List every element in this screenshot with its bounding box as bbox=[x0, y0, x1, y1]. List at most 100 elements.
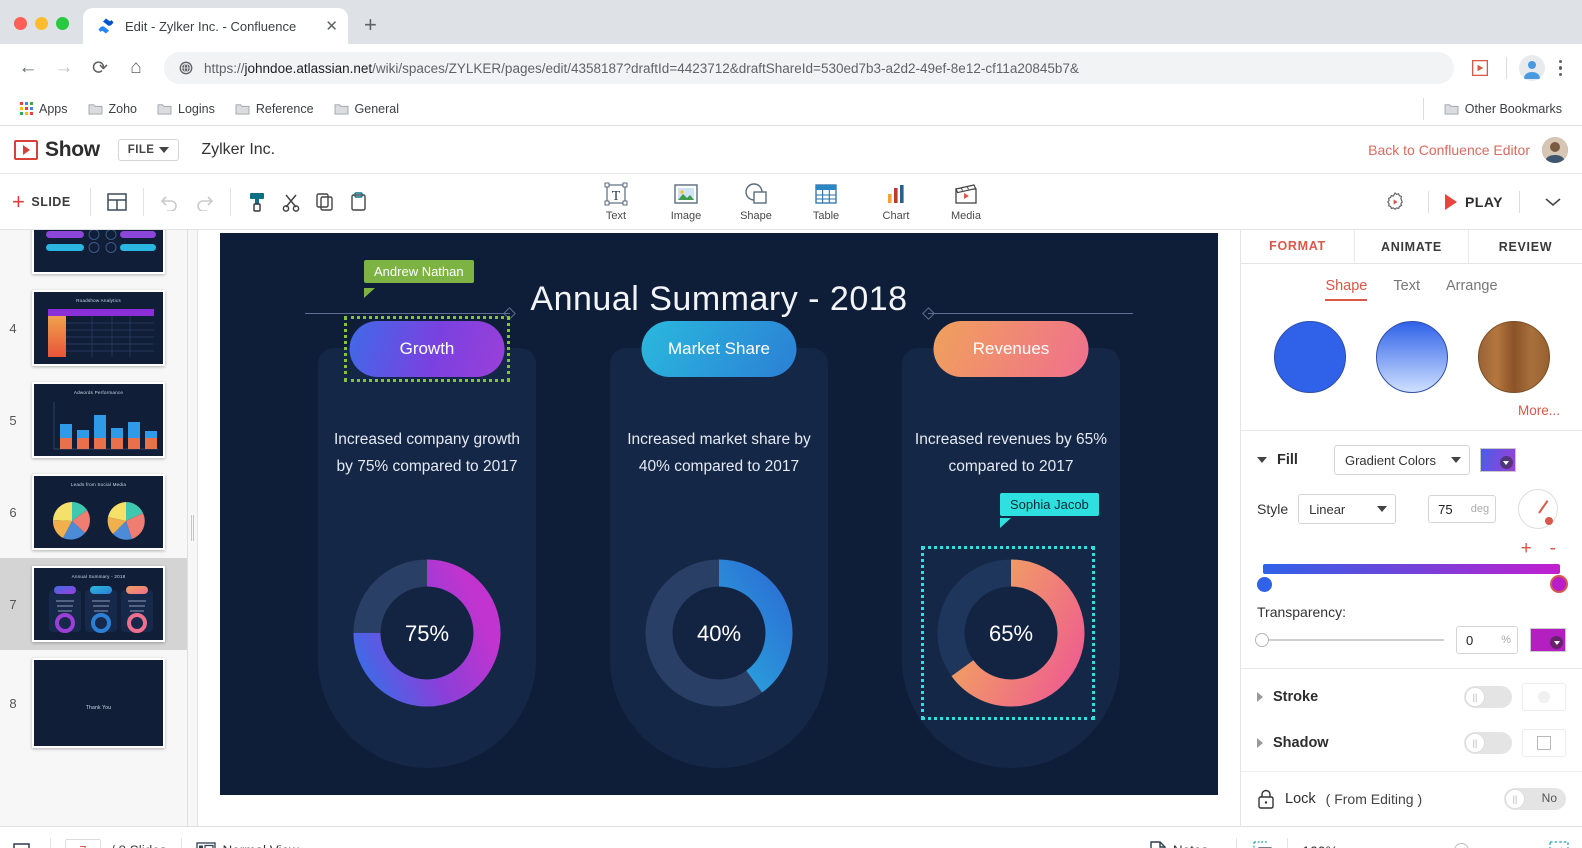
gradient-angle-dial[interactable] bbox=[1518, 489, 1559, 530]
show-extension-icon[interactable] bbox=[1466, 54, 1494, 82]
gradient-angle-input[interactable]: 75 deg bbox=[1428, 495, 1497, 524]
summary-card-revenues[interactable]: Revenues Increased revenues by 65% compa… bbox=[902, 321, 1120, 768]
gradient-preview-bar[interactable] bbox=[1263, 564, 1560, 575]
transparency-input[interactable]: 0 % bbox=[1456, 626, 1518, 655]
new-tab-button[interactable]: + bbox=[364, 14, 377, 36]
browser-menu-button[interactable] bbox=[1551, 59, 1571, 77]
swatch-gradient-blue[interactable] bbox=[1375, 321, 1448, 394]
document-title[interactable]: Zylker Inc. bbox=[201, 141, 275, 159]
summary-card-market-share[interactable]: Market Share Increased market share by 4… bbox=[610, 321, 828, 768]
undo-icon[interactable] bbox=[153, 185, 187, 219]
gradient-editor[interactable] bbox=[1241, 560, 1582, 600]
insert-shape-button[interactable]: Shape bbox=[733, 181, 779, 222]
stroke-color-box[interactable] bbox=[1522, 683, 1566, 712]
forward-icon[interactable]: → bbox=[48, 52, 80, 84]
play-options-chevron-down-icon[interactable] bbox=[1536, 185, 1570, 219]
back-icon[interactable]: ← bbox=[12, 52, 44, 84]
donut-chart-market-share[interactable]: 40% bbox=[639, 553, 799, 718]
card-pill-revenues[interactable]: Revenues bbox=[933, 321, 1089, 377]
sub-tab-shape[interactable]: Shape bbox=[1325, 278, 1368, 302]
maximize-window-button[interactable] bbox=[56, 17, 69, 30]
chevron-right-icon[interactable] bbox=[1257, 738, 1263, 749]
scissors-icon[interactable] bbox=[274, 185, 308, 219]
tab-animate[interactable]: ANIMATE bbox=[1355, 230, 1469, 264]
summary-card-growth[interactable]: Growth Increased company growth by 75% c… bbox=[318, 260, 536, 768]
stroke-toggle[interactable]: || bbox=[1464, 686, 1512, 709]
bookmark-general[interactable]: General bbox=[326, 99, 407, 119]
add-gradient-stop-button[interactable]: + bbox=[1521, 539, 1532, 558]
thumbnail-slide-4[interactable]: 4 Roadshow Analytics bbox=[0, 282, 187, 374]
reload-icon[interactable]: ⟳ bbox=[84, 52, 116, 84]
close-icon[interactable]: ✕ bbox=[325, 19, 338, 34]
thumbnail-slide-6[interactable]: 6 Leads from Social Media bbox=[0, 466, 187, 558]
thumbnail-slide-8[interactable]: 8 Thank You bbox=[0, 650, 187, 756]
transparency-color-chip[interactable] bbox=[1530, 628, 1566, 653]
donut-chart-revenues[interactable]: 65% bbox=[931, 553, 1091, 718]
paste-icon[interactable] bbox=[342, 185, 376, 219]
shadow-toggle[interactable]: || bbox=[1464, 732, 1512, 755]
bookmark-apps[interactable]: Apps bbox=[12, 99, 76, 119]
play-button[interactable]: PLAY bbox=[1444, 193, 1503, 210]
donut-chart-growth[interactable]: 75% bbox=[347, 553, 507, 718]
shadow-style-box[interactable] bbox=[1522, 729, 1566, 758]
address-bar[interactable]: https://johndoe.atlassian.net/wiki/space… bbox=[164, 52, 1454, 84]
insert-image-button[interactable]: Image bbox=[663, 181, 709, 222]
zoom-slider-knob[interactable] bbox=[1454, 843, 1469, 848]
slide-canvas-area[interactable]: Annual Summary - 2018 Growth Increased c… bbox=[198, 230, 1240, 826]
thumbnail-slide-5[interactable]: 5 Adwords Performance bbox=[0, 374, 187, 466]
gradient-style-select[interactable]: Linear bbox=[1298, 494, 1397, 525]
home-icon[interactable]: ⌂ bbox=[120, 52, 152, 84]
bookmark-reference[interactable]: Reference bbox=[227, 99, 322, 119]
insert-text-button[interactable]: T Text bbox=[593, 181, 639, 222]
copy-icon[interactable] bbox=[308, 185, 342, 219]
fullscreen-button[interactable] bbox=[1548, 840, 1570, 848]
comments-button[interactable] bbox=[12, 841, 36, 848]
card-description[interactable]: Increased market share by 40% compared t… bbox=[622, 426, 816, 480]
tab-review[interactable]: REVIEW bbox=[1469, 230, 1582, 264]
layout-icon[interactable] bbox=[100, 185, 134, 219]
gradient-stop-end[interactable] bbox=[1550, 575, 1568, 594]
other-bookmarks-button[interactable]: Other Bookmarks bbox=[1436, 99, 1570, 119]
chrome-profile-avatar[interactable] bbox=[1518, 55, 1545, 81]
transparency-slider[interactable] bbox=[1255, 633, 1444, 648]
back-to-confluence-link[interactable]: Back to Confluence Editor bbox=[1368, 142, 1530, 158]
redo-icon[interactable] bbox=[187, 185, 221, 219]
insert-chart-button[interactable]: Chart bbox=[873, 181, 919, 222]
fit-slide-button[interactable] bbox=[1251, 840, 1273, 848]
bookmark-zoho[interactable]: Zoho bbox=[80, 99, 146, 119]
swatch-solid-blue[interactable] bbox=[1273, 321, 1346, 394]
slide-thumbnail-panel[interactable]: Zylker Marketing Strategy bbox=[0, 230, 188, 826]
fill-type-select[interactable]: Gradient Colors bbox=[1333, 445, 1470, 476]
add-slide-button[interactable]: + SLIDE bbox=[12, 190, 81, 213]
tab-format[interactable]: FORMAT bbox=[1241, 230, 1355, 264]
dial-knob[interactable] bbox=[1545, 517, 1554, 526]
notes-button[interactable]: Notes bbox=[1149, 840, 1208, 848]
thumbnail-slide-3[interactable]: Zylker Marketing Strategy bbox=[0, 230, 187, 282]
panel-splitter[interactable] bbox=[188, 230, 198, 826]
gradient-stop-start[interactable] bbox=[1257, 577, 1272, 593]
fill-color-chip[interactable] bbox=[1479, 448, 1516, 473]
gear-icon[interactable] bbox=[1378, 185, 1412, 219]
lock-toggle[interactable]: || No bbox=[1504, 788, 1566, 811]
swatch-wood-texture[interactable] bbox=[1477, 321, 1550, 394]
transparency-slider-knob[interactable] bbox=[1255, 633, 1269, 648]
chevron-right-icon[interactable] bbox=[1257, 692, 1263, 703]
card-description[interactable]: Increased revenues by 65% compared to 20… bbox=[914, 426, 1108, 480]
chevron-down-icon[interactable] bbox=[1257, 457, 1267, 464]
card-pill-growth[interactable]: Growth bbox=[349, 321, 505, 377]
user-avatar[interactable] bbox=[1542, 136, 1568, 163]
slide-canvas[interactable]: Annual Summary - 2018 Growth Increased c… bbox=[220, 233, 1218, 795]
card-description[interactable]: Increased company growth by 75% compared… bbox=[330, 426, 524, 480]
browser-tab[interactable]: Edit - Zylker Inc. - Confluence ✕ bbox=[83, 8, 348, 44]
format-painter-icon[interactable] bbox=[240, 185, 274, 219]
minimize-window-button[interactable] bbox=[35, 17, 48, 30]
sub-tab-text[interactable]: Text bbox=[1393, 278, 1420, 301]
remove-gradient-stop-button[interactable]: - bbox=[1550, 539, 1556, 558]
current-slide-input[interactable]: 7 bbox=[65, 838, 101, 848]
bookmark-logins[interactable]: Logins bbox=[149, 99, 223, 119]
card-pill-market-share[interactable]: Market Share bbox=[641, 321, 797, 377]
more-styles-link[interactable]: More... bbox=[1241, 397, 1582, 430]
file-menu-button[interactable]: FILE bbox=[117, 138, 180, 161]
sub-tab-arrange[interactable]: Arrange bbox=[1446, 278, 1498, 301]
thumbnail-slide-7[interactable]: 7 Annual Summary - 2018 bbox=[0, 558, 187, 650]
